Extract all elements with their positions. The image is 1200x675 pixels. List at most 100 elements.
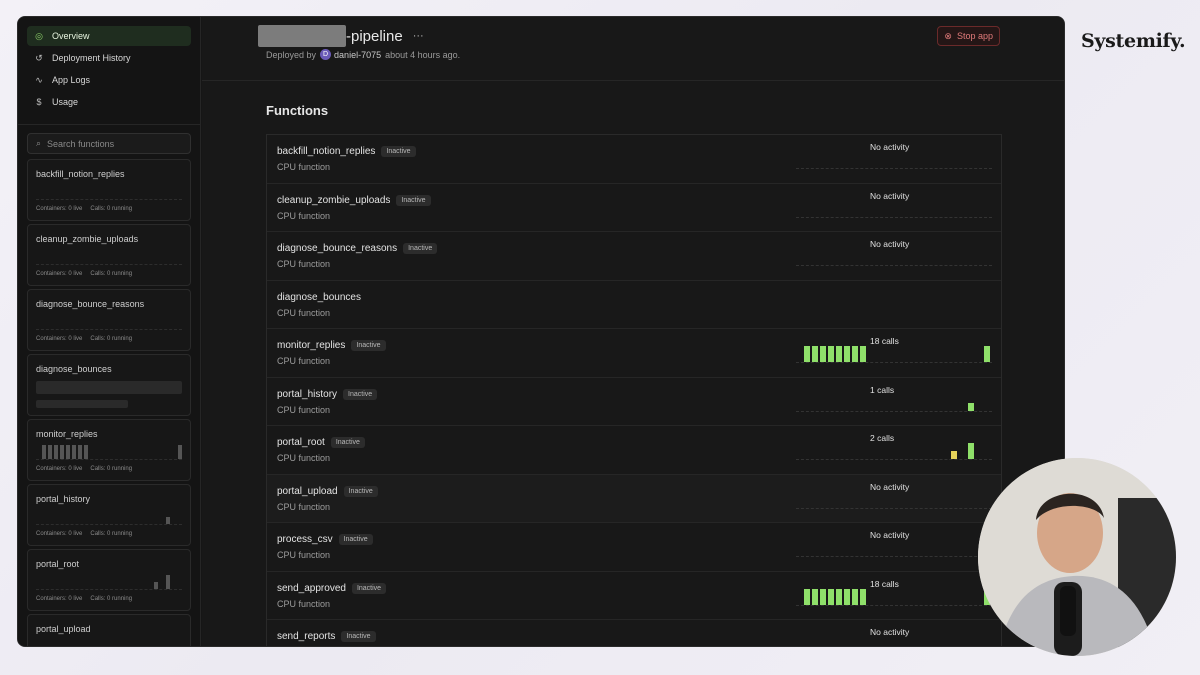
activity-bar [820,346,826,362]
function-row[interactable]: process_csv Inactive CPU function No acti… [267,523,1001,572]
deployer-username[interactable]: daniel-7075 [334,50,381,60]
function-card[interactable]: backfill_notion_replies Containers: 0 li… [27,159,191,221]
function-type: CPU function [277,162,331,172]
activity-sparkline [796,147,992,169]
card-chart [36,251,182,265]
function-name[interactable]: portal_root [277,437,325,448]
function-row[interactable]: portal_upload Inactive CPU function No ac… [267,474,1001,523]
containers-count: Containers: 0 live [36,206,83,212]
function-row[interactable]: send_reportsInactive CPU function No act… [267,620,1001,646]
activity-bar [836,346,842,362]
nav-label: App Logs [52,75,91,85]
functions-table: backfill_notion_replies Inactive CPU func… [266,134,1002,646]
mini-bar [72,445,76,459]
function-name-group: send_approved Inactive [277,582,387,594]
function-row[interactable]: cleanup_zombie_uploads Inactive CPU funct… [267,183,1001,232]
function-name[interactable]: diagnose_bounces [277,292,361,303]
function-name-group: portal_root Inactive [277,437,365,448]
function-type: CPU function [277,307,331,318]
function-name-group: portal_upload Inactive [277,485,378,497]
nav-label: Usage [52,97,79,107]
status-badge: Inactive [343,388,378,400]
card-title: portal_root [36,559,80,569]
status-badge: Inactive [343,485,378,497]
function-card[interactable]: portal_history Containers: 0 live Calls: … [27,484,191,546]
function-name[interactable]: portal_history [277,389,337,400]
status-badge: Inactive [330,437,365,448]
function-name[interactable]: process_csv [277,534,333,545]
function-type: CPU function [277,210,331,221]
avatar: D [320,49,332,60]
presenter-image [978,458,1176,656]
activity-bar [844,588,850,605]
activity-sparkline [796,438,992,460]
activity-sparkline [796,487,992,509]
function-cards: backfill_notion_replies Containers: 0 li… [18,154,200,646]
status-badge: Inactive [341,631,376,642]
function-row[interactable]: portal_history Inactive CPU function 1 ca… [267,377,1001,426]
function-name-group: diagnose_bounce_reasons Inactive [277,243,438,254]
function-card[interactable]: diagnose_bounces [27,354,191,416]
card-chart [36,575,182,590]
mini-bar [78,445,82,459]
search-box[interactable]: ⌕ [27,133,191,154]
more-options-button[interactable]: ··· [413,30,424,42]
function-name[interactable]: cleanup_zombie_uploads [277,195,390,206]
activity-bar [860,346,866,362]
function-card[interactable]: monitor_replies Containers: 0 live Calls:… [27,419,191,481]
function-type: CPU function [277,259,331,269]
search-input[interactable] [47,138,178,149]
card-chart [36,445,182,460]
card-title: backfill_notion_replies [36,169,125,179]
containers-count: Containers: 0 live [36,596,83,602]
card-title: portal_history [36,494,91,504]
function-name[interactable]: backfill_notion_replies [277,146,375,157]
function-name[interactable]: portal_upload [277,486,338,497]
function-card[interactable]: cleanup_zombie_uploads Containers: 0 liv… [27,224,191,286]
card-meta: Containers: 0 live Calls: 0 running [36,206,132,212]
activity-bar [951,451,957,459]
function-name-group: send_reports Inactive [277,631,376,642]
function-name[interactable]: diagnose_bounce_reasons [277,243,397,254]
activity-sparkline [796,584,992,606]
mini-bar [48,445,52,459]
function-name-group: backfill_notion_replies Inactive [277,146,416,157]
status-badge: Inactive [381,146,416,157]
sidebar-divider [18,124,200,125]
function-row[interactable]: send_approved Inactive CPU function 18 ca… [267,571,1001,620]
function-name[interactable]: send_reports [277,631,335,642]
nav-deployment-history[interactable]: ↺ Deployment History [27,48,191,68]
function-card[interactable]: diagnose_bounce_reasons Containers: 0 li… [27,289,191,351]
mini-bar [154,582,158,589]
nav-app-logs[interactable]: ∿ App Logs [27,70,191,90]
function-row[interactable]: monitor_replies Inactive CPU function 18 … [267,329,1001,378]
nav-usage[interactable]: $ Usage [27,92,191,112]
function-card[interactable]: portal_upload [27,614,191,646]
deploy-time: about 4 hours ago. [385,49,461,60]
mini-bar [166,575,170,589]
function-row[interactable]: backfill_notion_replies Inactive CPU func… [267,135,1001,184]
function-name[interactable]: send_approved [277,583,346,594]
activity-bar [812,346,818,362]
activity-bar [852,588,858,605]
function-row[interactable]: diagnose_bounces CPU function [267,280,1001,329]
deploy-info: Deployed by D daniel-7075 about 4 hours … [266,49,460,60]
status-badge: Inactive [338,534,373,545]
function-row[interactable]: diagnose_bounce_reasons Inactive CPU func… [267,232,1001,281]
function-row[interactable]: portal_root Inactive CPU function 2 calls [267,426,1001,475]
nav-overview[interactable]: ◎ Overview [27,26,191,46]
sidebar-nav: ◎ Overview ↺ Deployment History ∿ App Lo… [18,17,200,112]
nav-label: Deployment History [52,53,131,63]
function-type: CPU function [277,404,331,415]
mini-bar [66,445,70,459]
app-header: -pipeline ··· Deployed by D daniel-7075 … [202,17,1064,81]
functions-heading: Functions [266,103,329,118]
card-meta: Containers: 0 live Calls: 0 running [36,531,132,537]
stop-app-button[interactable]: ⊗ Stop app [937,26,1000,46]
function-name[interactable]: monitor_replies [277,340,345,351]
function-card[interactable]: portal_root Containers: 0 live Calls: 0 r… [27,549,191,611]
containers-count: Containers: 0 live [36,531,83,537]
card-meta: Containers: 0 live Calls: 0 running [36,336,132,342]
history-icon: ↺ [35,52,43,63]
app-window: ◎ Overview ↺ Deployment History ∿ App Lo… [17,16,1065,647]
